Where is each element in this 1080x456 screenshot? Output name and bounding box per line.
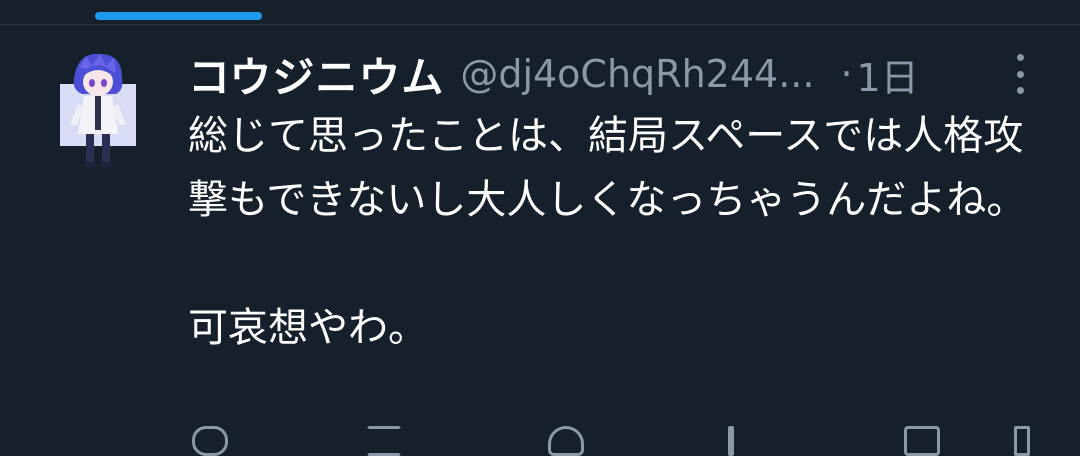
share-icon[interactable] (1014, 426, 1030, 456)
tweet-actions (188, 426, 1038, 456)
views-icon[interactable] (728, 426, 734, 456)
timestamp[interactable]: 1日 (857, 47, 919, 102)
tweet[interactable]: コウジニウム @dj4oChqRh244... · 1日 総じて思ったことは、結… (0, 0, 1080, 456)
retweet-icon[interactable] (366, 426, 402, 456)
user-handle[interactable]: @dj4oChqRh244... (460, 52, 814, 96)
separator-dot: · (840, 52, 853, 96)
bookmark-icon[interactable] (904, 426, 940, 456)
display-name[interactable]: コウジニウム (188, 44, 444, 105)
reply-icon[interactable] (192, 426, 228, 456)
avatar[interactable] (60, 48, 136, 172)
tweet-paragraph: 総じて思ったことは、結局スペースでは人格攻撃もできないし大人しくなっちゃうんだよ… (188, 113, 1027, 223)
like-icon[interactable] (548, 426, 584, 456)
tweet-text: 総じて思ったことは、結局スペースでは人格攻撃もできないし大人しくなっちゃうんだよ… (188, 104, 1048, 360)
anime-character-avatar-icon (60, 53, 136, 168)
more-vertical-icon[interactable] (1008, 54, 1032, 94)
tweet-paragraph: 可哀想やわ。 (188, 305, 428, 351)
tweet-header: コウジニウム @dj4oChqRh244... · 1日 (188, 46, 919, 102)
